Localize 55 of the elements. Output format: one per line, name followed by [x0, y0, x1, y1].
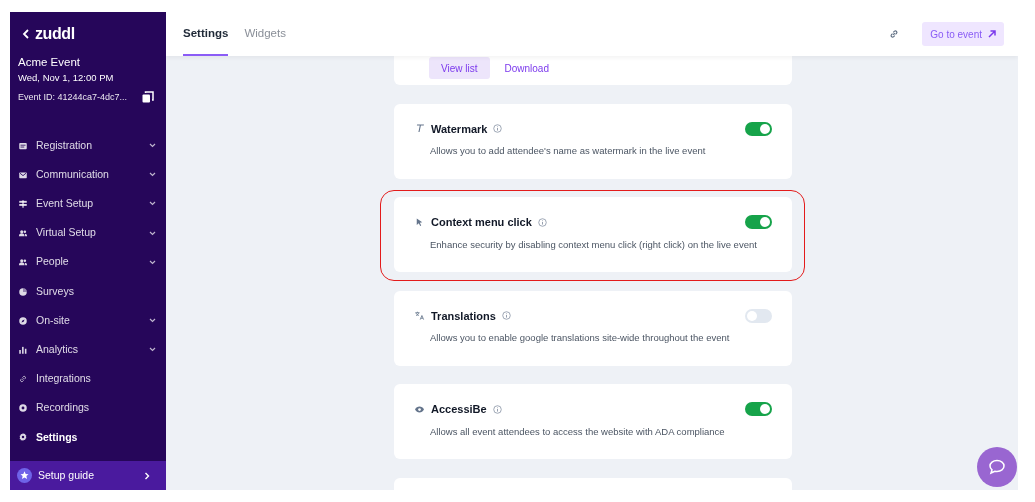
sidebar-item[interactable]: Communication: [10, 160, 166, 190]
back-icon[interactable]: [22, 29, 30, 39]
translate-icon: [414, 310, 425, 322]
arrow-up-right-icon: [988, 30, 996, 38]
go-to-event-button[interactable]: Go to event: [922, 22, 1004, 46]
toggle-switch[interactable]: [745, 215, 772, 230]
chat-bubble-icon: [988, 459, 1006, 475]
tab[interactable]: Settings: [183, 12, 229, 56]
sidebar-item[interactable]: Registration: [10, 131, 166, 161]
setting-title: Context menu click: [431, 215, 532, 230]
sidebar-item[interactable]: People: [10, 247, 166, 277]
sidebar-item[interactable]: Event Setup: [10, 189, 166, 219]
sidebar-item[interactable]: Recordings: [10, 393, 166, 423]
sidebar-item[interactable]: On-site: [10, 306, 166, 336]
info-icon: [537, 217, 547, 227]
download-link[interactable]: Download: [504, 60, 549, 76]
view-list-button[interactable]: View list: [429, 57, 490, 79]
chat-button[interactable]: [977, 447, 1017, 487]
toggle-switch[interactable]: [745, 308, 772, 323]
sidebar-item[interactable]: Settings: [10, 422, 166, 453]
setting-description: Allows you to enable google translations site-wide throughout the event: [429, 331, 731, 345]
compass-icon: [18, 315, 28, 326]
link-icon[interactable]: [888, 28, 901, 40]
setting-description: Allows all event attendees to access the website with ADA compliance: [429, 424, 726, 439]
settings-icon: [18, 432, 28, 443]
sidebar-item[interactable]: Virtual Setup: [10, 218, 166, 248]
people-icon: [18, 257, 28, 268]
pie-chart-icon: [18, 286, 28, 297]
setting-description: Enhance security by disabling context menu click (right click) on the live event: [429, 237, 758, 252]
info-icon: [492, 404, 502, 414]
bar-chart-icon: [18, 344, 28, 355]
form-icon: [18, 140, 28, 151]
record-icon: [18, 403, 28, 414]
text-icon: [414, 123, 425, 135]
toggle-switch[interactable]: [745, 402, 772, 417]
event-id: Event ID: 41244ca7-4dc7...: [18, 91, 128, 103]
info-icon: [493, 124, 503, 134]
setting-title: Translations: [431, 308, 496, 324]
setting-title: AccessiBe: [431, 402, 487, 417]
event-name: Acme Event: [17, 55, 81, 69]
event-date: Wed, Nov 1, 12:00 PM: [17, 72, 115, 84]
setting-description: Allows you to add attendee's name as watermark in the live event: [429, 144, 707, 158]
sidebar-item[interactable]: Surveys: [10, 276, 166, 307]
signpost-icon: [18, 198, 28, 209]
copy-icon[interactable]: [142, 91, 154, 103]
chevron-right-icon: [144, 471, 150, 480]
brand-logo: zuddl: [35, 26, 75, 42]
people-icon: [18, 228, 28, 239]
info-icon: [501, 311, 511, 321]
toggle-switch[interactable]: [745, 121, 772, 136]
setting-title: Watermark: [431, 121, 488, 137]
sidebar-item[interactable]: Analytics: [10, 335, 166, 365]
setup-guide-button[interactable]: Setup guide: [10, 461, 166, 490]
sidebar-item[interactable]: Integrations: [10, 364, 166, 394]
link-icon: [18, 374, 28, 385]
